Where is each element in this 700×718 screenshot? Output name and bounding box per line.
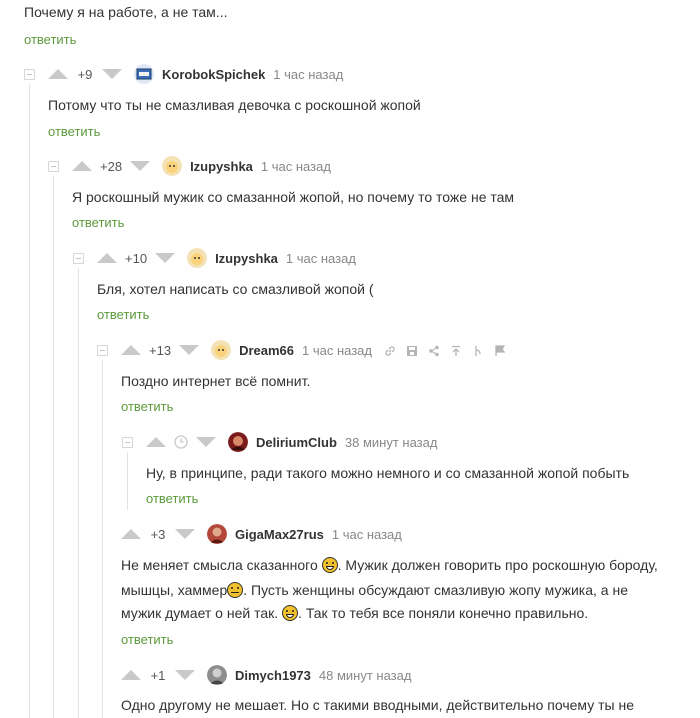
reply-link[interactable]: ответить <box>72 215 124 230</box>
comment-header: +13 Dream66 1 час назад <box>121 340 506 360</box>
jump-up-icon[interactable] <box>450 344 462 356</box>
save-icon[interactable] <box>406 344 418 356</box>
smile-emoji-icon <box>321 557 338 573</box>
comment-header: +1 Dimych1973 48 минут назад <box>121 665 411 685</box>
reply-link[interactable]: ответить <box>121 632 173 647</box>
avatar[interactable] <box>134 64 154 84</box>
author-name[interactable]: Izupyshka <box>215 251 278 266</box>
reply-link[interactable]: ответить <box>121 399 173 414</box>
comment-text-line-1: Не меняет смысла сказанного . Мужик долж… <box>121 557 658 573</box>
link-icon[interactable] <box>384 344 396 356</box>
comment-text: Поздно интернет всё помнит. <box>121 373 311 389</box>
arrow-up-icon[interactable] <box>121 529 141 539</box>
comment-text: Ну, в принципе, ради такого можно немног… <box>146 465 630 481</box>
comment-header: +3 GigaMax27rus 1 час назад <box>121 524 402 544</box>
comment-rating: +28 <box>100 158 123 174</box>
author-name[interactable]: DeliriumClub <box>256 435 337 450</box>
arrow-down-icon[interactable] <box>175 529 195 539</box>
arrow-up-icon[interactable] <box>72 161 92 171</box>
comment-text: Я роскошный мужик со смазанной жопой, но… <box>72 189 515 205</box>
thread-line-level-5[interactable] <box>127 452 128 510</box>
comment-time[interactable]: 1 час назад <box>302 343 372 358</box>
arrow-down-icon[interactable] <box>175 670 195 680</box>
arrow-down-icon[interactable] <box>102 69 122 79</box>
collapse-toggle[interactable] <box>24 69 35 80</box>
arrow-up-icon[interactable] <box>121 345 141 355</box>
comment-text-segment: . Так то тебя все поняли конечно правиль… <box>298 605 589 621</box>
comment-text-line-3: мужик думает о ней так. . Так то тебя вс… <box>121 605 588 621</box>
thread-line-level-4[interactable] <box>102 360 103 718</box>
collapse-toggle[interactable] <box>122 437 133 448</box>
comment-text: Потому что ты не смазливая девочка с рос… <box>48 97 421 113</box>
comment-text: Одно другому не мешает. Но с такими ввод… <box>121 697 634 713</box>
avatar[interactable] <box>162 156 183 176</box>
reply-link-top[interactable]: ответить <box>24 32 76 47</box>
comment-text-segment: . Мужик должен говорить про роскошную бо… <box>337 557 658 573</box>
arrow-up-icon[interactable] <box>146 437 166 447</box>
author-name[interactable]: KorobokSpichek <box>162 67 265 82</box>
arrow-down-icon[interactable] <box>179 345 200 355</box>
comment-rating: +10 <box>125 250 148 266</box>
comment-rating: +9 <box>77 66 93 82</box>
thread-line-level-1[interactable] <box>29 84 30 718</box>
comment-header: DeliriumClub 38 минут назад <box>146 432 437 452</box>
reply-link[interactable]: ответить <box>146 491 198 506</box>
comment-header: +9 KorobokSpichek 1 час назад <box>48 64 343 84</box>
collapse-toggle[interactable] <box>73 253 84 264</box>
flag-icon[interactable] <box>494 344 506 356</box>
smile-emoji-icon <box>282 605 299 621</box>
comment-rating: +3 <box>150 526 166 542</box>
comment-time[interactable]: 1 час назад <box>286 251 356 266</box>
arrow-down-icon[interactable] <box>130 161 151 171</box>
avatar[interactable] <box>211 340 232 360</box>
comment-tools <box>384 344 506 357</box>
comment-text-segment: мужик думает о ней так. <box>121 605 279 621</box>
neutral-emoji-icon <box>227 582 244 598</box>
reply-link[interactable]: ответить <box>97 307 149 322</box>
comment-time[interactable]: 1 час назад <box>332 527 402 542</box>
thread-line-level-3[interactable] <box>78 268 79 718</box>
author-name[interactable]: Dream66 <box>239 343 294 358</box>
arrow-up-icon[interactable] <box>48 69 68 79</box>
comment-time[interactable]: 1 час назад <box>261 159 331 174</box>
comment-time[interactable]: 48 минут назад <box>319 668 412 683</box>
branch-icon[interactable] <box>472 344 484 356</box>
avatar[interactable] <box>207 524 227 544</box>
comment-text-segment: Не меняет смысла сказанного <box>121 557 318 573</box>
comment-time[interactable]: 38 минут назад <box>345 435 438 450</box>
comment-text-segment: мышцы, хаммер <box>121 582 228 598</box>
comment-text-segment: . Пусть женщины обсуждают смазливую жопу… <box>243 582 629 598</box>
reply-link[interactable]: ответить <box>48 124 100 139</box>
comment-rating: +13 <box>149 342 172 358</box>
avatar[interactable] <box>187 248 208 268</box>
comment-header: +10 Izupyshka 1 час назад <box>97 248 356 268</box>
comment-time[interactable]: 1 час назад <box>273 67 343 82</box>
comment-header: +28 Izupyshka 1 час назад <box>72 156 331 176</box>
author-name[interactable]: Izupyshka <box>190 159 253 174</box>
arrow-down-icon[interactable] <box>196 437 216 447</box>
comment-text-line-2: мышцы, хаммер . Пусть женщины обсуждают с… <box>121 582 628 598</box>
author-name[interactable]: Dimych1973 <box>235 668 311 683</box>
thread-line-level-2[interactable] <box>53 176 54 718</box>
arrow-up-icon[interactable] <box>97 253 117 263</box>
arrow-down-icon[interactable] <box>155 253 176 263</box>
collapse-toggle[interactable] <box>97 345 108 356</box>
author-name[interactable]: GigaMax27rus <box>235 527 324 542</box>
comment-text-top: Почему я на работе, а не там... <box>24 4 228 20</box>
arrow-up-icon[interactable] <box>121 670 141 680</box>
comment-rating: +1 <box>150 667 166 683</box>
collapse-toggle[interactable] <box>48 161 59 172</box>
avatar[interactable] <box>228 432 248 452</box>
comment-text: Бля, хотел написать со смазливой жопой ( <box>97 281 374 297</box>
avatar[interactable] <box>207 665 227 685</box>
share-icon[interactable] <box>428 344 440 357</box>
clock-icon <box>174 435 188 449</box>
